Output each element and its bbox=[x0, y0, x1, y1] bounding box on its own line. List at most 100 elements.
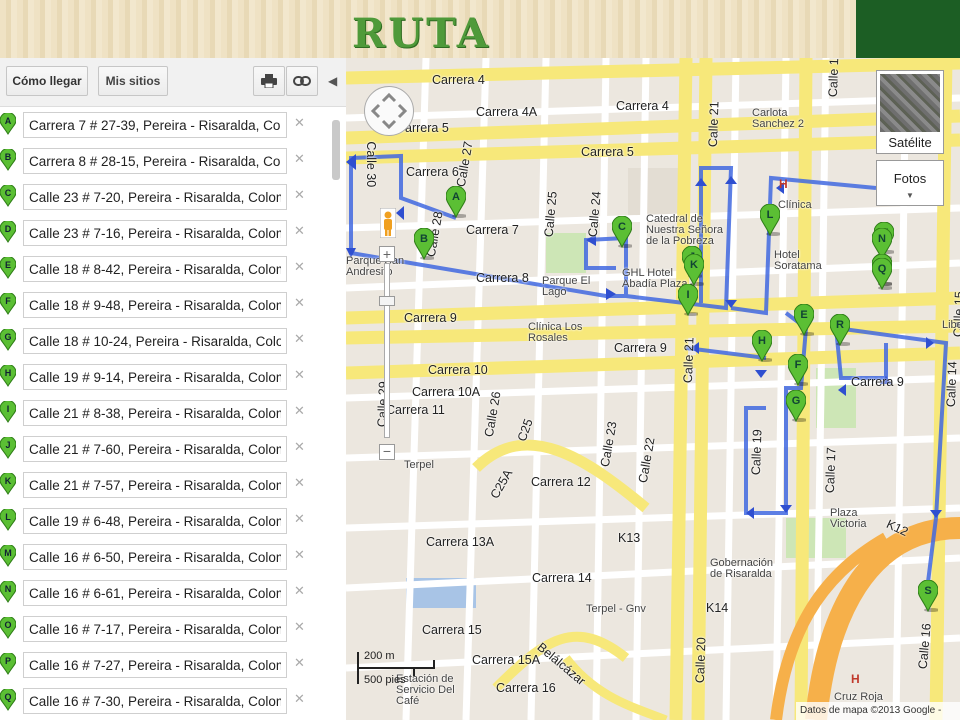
street-label: Carrera 11 bbox=[386, 403, 445, 417]
waypoint-marker-icon[interactable]: I bbox=[0, 401, 16, 423]
remove-waypoint-icon[interactable]: ✕ bbox=[294, 475, 305, 491]
remove-waypoint-icon[interactable]: ✕ bbox=[294, 547, 305, 563]
route-marker-pin[interactable]: A bbox=[445, 185, 468, 219]
waypoint-marker-icon[interactable]: L bbox=[0, 509, 16, 531]
route-marker-pin[interactable]: Q bbox=[871, 257, 894, 291]
waypoint-input[interactable] bbox=[23, 256, 287, 282]
remove-waypoint-icon[interactable]: ✕ bbox=[294, 295, 305, 311]
waypoint-marker-icon[interactable]: A bbox=[0, 113, 16, 135]
waypoint-marker-icon[interactable]: J bbox=[0, 437, 16, 459]
panel-toolbar: Cómo llegar Mis sitios ◀ bbox=[0, 58, 346, 107]
street-label: Calle 14 bbox=[943, 361, 960, 408]
waypoint-row: L✕ bbox=[0, 504, 346, 536]
zoom-slider-handle[interactable] bbox=[379, 296, 395, 306]
place-label: Clínica bbox=[778, 199, 812, 211]
remove-waypoint-icon[interactable]: ✕ bbox=[294, 583, 305, 599]
waypoint-marker-icon[interactable]: D bbox=[0, 221, 16, 243]
map-canvas[interactable]: H H Carrera 4 Carrera 4 Carrera 4A Carre… bbox=[346, 58, 960, 720]
waypoint-letter: F bbox=[5, 296, 11, 306]
waypoint-input[interactable] bbox=[23, 472, 287, 498]
map-scale: 200 m 500 pies bbox=[352, 650, 442, 690]
waypoint-marker-icon[interactable]: O bbox=[0, 617, 16, 639]
route-marker-pin[interactable]: G bbox=[785, 389, 808, 423]
waypoint-input[interactable] bbox=[23, 328, 287, 354]
waypoint-marker-icon[interactable]: K bbox=[0, 473, 16, 495]
route-marker-pin[interactable]: C bbox=[611, 215, 634, 249]
waypoint-row: G✕ bbox=[0, 324, 346, 356]
waypoint-marker-icon[interactable]: M bbox=[0, 545, 16, 567]
satellite-toggle[interactable]: Satélite bbox=[876, 70, 944, 154]
waypoint-input[interactable] bbox=[23, 112, 287, 138]
waypoint-marker-icon[interactable]: G bbox=[0, 329, 16, 351]
waypoint-input[interactable] bbox=[23, 220, 287, 246]
waypoint-input[interactable] bbox=[23, 580, 287, 606]
place-label: Parque El Lago bbox=[542, 275, 591, 298]
waypoint-input[interactable] bbox=[23, 688, 287, 714]
route-marker-pin[interactable]: L bbox=[759, 203, 782, 237]
remove-waypoint-icon[interactable]: ✕ bbox=[294, 691, 305, 707]
remove-waypoint-icon[interactable]: ✕ bbox=[294, 331, 305, 347]
street-label: Carrera 4A bbox=[476, 105, 538, 119]
waypoint-letter: K bbox=[5, 476, 12, 486]
waypoint-marker-icon[interactable]: F bbox=[0, 293, 16, 315]
zoom-out-button[interactable]: − bbox=[379, 444, 395, 460]
waypoint-input[interactable] bbox=[23, 148, 287, 174]
remove-waypoint-icon[interactable]: ✕ bbox=[294, 187, 305, 203]
map-attribution: Datos de mapa ©2013 Google - bbox=[796, 702, 960, 720]
waypoint-marker-icon[interactable]: Q bbox=[0, 689, 16, 711]
remove-waypoint-icon[interactable]: ✕ bbox=[294, 439, 305, 455]
route-marker-pin[interactable]: I bbox=[677, 283, 700, 317]
waypoint-marker-icon[interactable]: B bbox=[0, 149, 16, 171]
zoom-slider-track[interactable] bbox=[384, 263, 390, 438]
remove-waypoint-icon[interactable]: ✕ bbox=[294, 367, 305, 383]
zoom-in-button[interactable]: + bbox=[379, 246, 395, 262]
route-marker-pin[interactable]: R bbox=[829, 313, 852, 347]
street-label: Carrera 15A bbox=[472, 653, 541, 667]
street-label: Carrera 16 bbox=[496, 681, 556, 695]
waypoint-marker-icon[interactable]: E bbox=[0, 257, 16, 279]
remove-waypoint-icon[interactable]: ✕ bbox=[294, 511, 305, 527]
waypoint-input[interactable] bbox=[23, 436, 287, 462]
waypoint-letter: B bbox=[5, 152, 12, 162]
waypoint-input[interactable] bbox=[23, 292, 287, 318]
route-marker-pin[interactable]: K bbox=[683, 253, 706, 287]
waypoint-input[interactable] bbox=[23, 652, 287, 678]
directions-button[interactable]: Cómo llegar bbox=[6, 66, 88, 96]
street-view-pegman-icon[interactable] bbox=[380, 208, 396, 238]
waypoint-input[interactable] bbox=[23, 616, 287, 642]
street-label: Carrera 9 bbox=[614, 341, 667, 355]
pan-control[interactable] bbox=[364, 86, 414, 136]
remove-waypoint-icon[interactable]: ✕ bbox=[294, 223, 305, 239]
collapse-panel-icon[interactable]: ◀ bbox=[328, 74, 337, 88]
remove-waypoint-icon[interactable]: ✕ bbox=[294, 619, 305, 635]
panel-scrollbar[interactable] bbox=[332, 120, 340, 180]
waypoint-marker-icon[interactable]: C bbox=[0, 185, 16, 207]
waypoint-input[interactable] bbox=[23, 184, 287, 210]
remove-waypoint-icon[interactable]: ✕ bbox=[294, 115, 305, 131]
remove-waypoint-icon[interactable]: ✕ bbox=[294, 259, 305, 275]
route-marker-pin[interactable]: E bbox=[793, 303, 816, 337]
waypoint-row: O✕ bbox=[0, 612, 346, 644]
waypoint-input[interactable] bbox=[23, 508, 287, 534]
route-marker-pin[interactable]: B bbox=[413, 227, 436, 261]
street-label: Carrera 4 bbox=[616, 99, 669, 113]
route-marker-pin[interactable]: S bbox=[917, 579, 940, 613]
link-icon bbox=[293, 76, 311, 86]
remove-waypoint-icon[interactable]: ✕ bbox=[294, 151, 305, 167]
photos-toggle[interactable]: Fotos ▼ bbox=[876, 160, 944, 206]
waypoint-marker-icon[interactable]: P bbox=[0, 653, 16, 675]
waypoint-input[interactable] bbox=[23, 364, 287, 390]
waypoint-input[interactable] bbox=[23, 544, 287, 570]
remove-waypoint-icon[interactable]: ✕ bbox=[294, 403, 305, 419]
my-sites-button[interactable]: Mis sitios bbox=[98, 66, 168, 96]
waypoint-marker-icon[interactable]: H bbox=[0, 365, 16, 387]
remove-waypoint-icon[interactable]: ✕ bbox=[294, 655, 305, 671]
waypoint-input[interactable] bbox=[23, 400, 287, 426]
place-label: Carlota Sanchez 2 bbox=[752, 107, 804, 130]
route-marker-pin[interactable]: F bbox=[787, 353, 810, 387]
waypoint-marker-icon[interactable]: N bbox=[0, 581, 16, 603]
link-button[interactable] bbox=[286, 66, 318, 96]
route-marker-pin[interactable]: H bbox=[751, 329, 774, 363]
photos-label: Fotos bbox=[893, 171, 927, 186]
print-button[interactable] bbox=[253, 66, 285, 96]
